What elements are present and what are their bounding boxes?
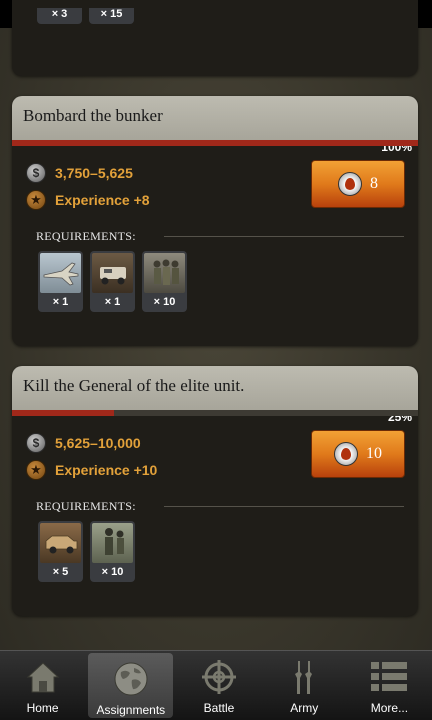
tab-label: Battle bbox=[203, 701, 235, 715]
requirement-qty: × 1 bbox=[104, 296, 121, 308]
tab-label: Assignments bbox=[96, 703, 166, 717]
soldier-icon bbox=[92, 523, 133, 563]
divider bbox=[164, 506, 404, 507]
requirement-qty: × 1 bbox=[52, 296, 69, 308]
mission-header: Bombard the bunker 100% bbox=[12, 96, 418, 154]
mission-card: Bombard the bunker 100% $ 3,750–5,625 ★ … bbox=[12, 96, 418, 346]
energy-cost: 10 bbox=[366, 445, 382, 462]
armored-truck-icon bbox=[92, 253, 133, 293]
energy-cost: 8 bbox=[370, 175, 378, 192]
energy-icon bbox=[334, 442, 358, 466]
mission-progress-bar bbox=[12, 140, 418, 146]
requirement-item[interactable]: × 10 bbox=[142, 251, 187, 312]
mission-header: Kill the General of the elite unit. 25% bbox=[12, 366, 418, 424]
home-icon bbox=[23, 657, 63, 697]
mission-card-partial: × 3 × 15 bbox=[12, 0, 418, 76]
requirement-qty: × 5 bbox=[52, 566, 69, 578]
crosshair-icon bbox=[199, 657, 239, 697]
mission-title: Kill the General of the elite unit. bbox=[23, 376, 245, 395]
money-reward-value: 3,750–5,625 bbox=[55, 165, 133, 181]
experience-reward: ★ Experience +8 bbox=[26, 190, 150, 210]
requirement-qty: × 10 bbox=[153, 296, 176, 308]
mission-progress-bar bbox=[12, 410, 418, 416]
money-icon: $ bbox=[26, 433, 46, 453]
tab-army[interactable]: Army bbox=[262, 651, 347, 720]
money-reward: $ 3,750–5,625 bbox=[26, 163, 133, 183]
requirements-list: × 1 × 1 × 10 bbox=[38, 251, 187, 312]
do-mission-button[interactable]: 8 bbox=[311, 160, 405, 208]
tab-home[interactable]: Home bbox=[0, 651, 85, 720]
mission-progress-fill bbox=[12, 410, 114, 416]
mission-progress-fill bbox=[12, 140, 418, 146]
requirement-item[interactable]: × 1 bbox=[38, 251, 83, 312]
experience-star-icon: ★ bbox=[26, 460, 46, 480]
requirements-list: × 5 × 10 bbox=[38, 521, 135, 582]
fighter-jet-icon bbox=[40, 253, 81, 293]
experience-star-icon: ★ bbox=[26, 190, 46, 210]
humvee-icon bbox=[40, 523, 81, 563]
tab-battle[interactable]: Battle bbox=[176, 651, 261, 720]
experience-reward-value: Experience +8 bbox=[55, 192, 150, 208]
money-icon: $ bbox=[26, 163, 46, 183]
mission-card: Kill the General of the elite unit. 25% … bbox=[12, 366, 418, 616]
requirements-label: REQUIREMENTS: bbox=[36, 499, 136, 513]
bottom-tab-bar: Home Assignments Battle Army More... bbox=[0, 650, 432, 720]
tab-label: Army bbox=[290, 701, 319, 715]
energy-icon bbox=[338, 172, 362, 196]
tab-label: Home bbox=[26, 701, 59, 715]
requirement-item[interactable]: × 5 bbox=[38, 521, 83, 582]
rifles-icon bbox=[284, 657, 324, 697]
requirements-label: REQUIREMENTS: bbox=[36, 229, 136, 243]
requirement-qty: × 15 bbox=[89, 8, 134, 24]
globe-icon bbox=[111, 659, 151, 699]
tab-more[interactable]: More... bbox=[347, 651, 432, 720]
experience-reward-value: Experience +10 bbox=[55, 462, 158, 478]
requirement-qty: × 10 bbox=[101, 566, 124, 578]
money-reward: $ 5,625–10,000 bbox=[26, 433, 141, 453]
infantry-squad-icon bbox=[144, 253, 185, 293]
do-mission-button[interactable]: 10 bbox=[311, 430, 405, 478]
tab-assignments[interactable]: Assignments bbox=[88, 653, 174, 718]
mission-title: Bombard the bunker bbox=[23, 106, 163, 125]
divider bbox=[164, 236, 404, 237]
money-reward-value: 5,625–10,000 bbox=[55, 435, 141, 451]
requirement-item[interactable]: × 10 bbox=[90, 521, 135, 582]
requirement-qty: × 3 bbox=[37, 8, 82, 24]
experience-reward: ★ Experience +10 bbox=[26, 460, 157, 480]
menu-list-icon bbox=[369, 657, 409, 697]
requirement-item[interactable]: × 1 bbox=[90, 251, 135, 312]
tab-label: More... bbox=[370, 701, 409, 715]
